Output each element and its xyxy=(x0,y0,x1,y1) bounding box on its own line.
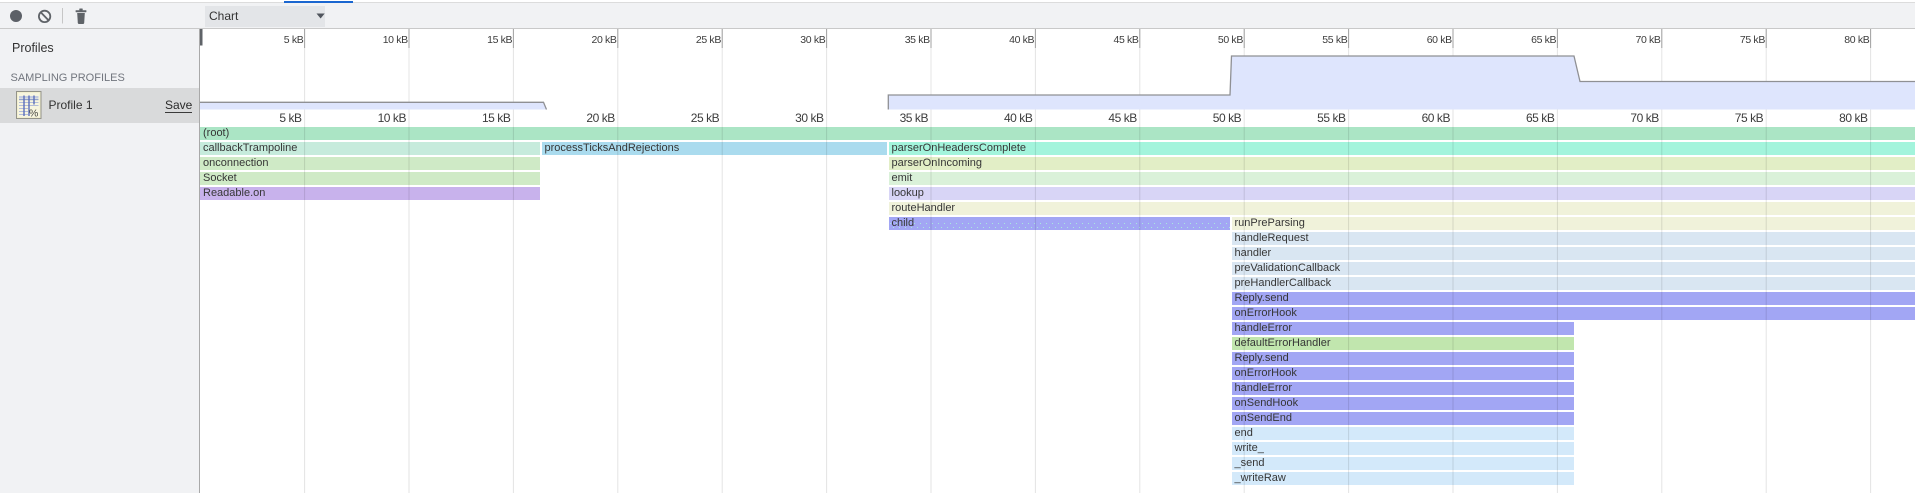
svg-text:%: % xyxy=(29,108,38,120)
